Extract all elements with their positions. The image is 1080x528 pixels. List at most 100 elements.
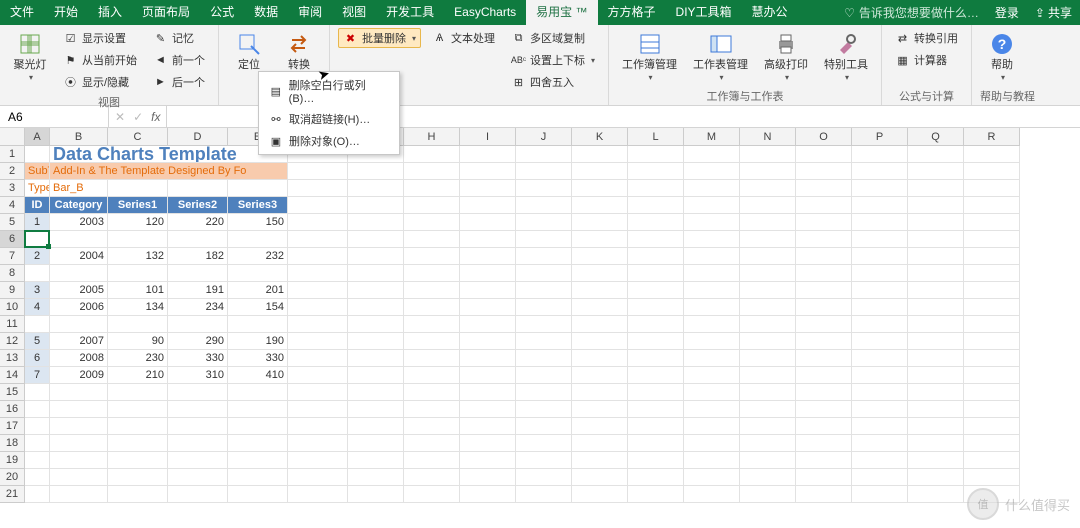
- cell[interactable]: [168, 469, 228, 486]
- cell[interactable]: [25, 401, 50, 418]
- cell[interactable]: [628, 180, 684, 197]
- cell[interactable]: [572, 282, 628, 299]
- cell[interactable]: [852, 333, 908, 350]
- col-header-J[interactable]: J: [516, 128, 572, 146]
- cell[interactable]: [852, 486, 908, 503]
- cell[interactable]: [964, 146, 1020, 163]
- row-header-16[interactable]: 16: [0, 401, 25, 418]
- cell[interactable]: [460, 299, 516, 316]
- cell[interactable]: [460, 316, 516, 333]
- batch-delete-button[interactable]: ✖批量删除▾: [338, 28, 421, 48]
- start-from-current-button[interactable]: ⚑从当前开始: [58, 50, 142, 70]
- cell[interactable]: [108, 435, 168, 452]
- cell[interactable]: [288, 214, 348, 231]
- cell[interactable]: [348, 401, 404, 418]
- name-box-input[interactable]: [6, 109, 102, 125]
- cell[interactable]: [288, 265, 348, 282]
- cell[interactable]: [404, 469, 460, 486]
- cell[interactable]: [288, 197, 348, 214]
- cell[interactable]: [25, 435, 50, 452]
- cell[interactable]: 234: [168, 299, 228, 316]
- row-header-8[interactable]: 8: [0, 265, 25, 282]
- cell[interactable]: [796, 384, 852, 401]
- cell[interactable]: [964, 367, 1020, 384]
- cell[interactable]: [288, 282, 348, 299]
- cell[interactable]: [348, 384, 404, 401]
- cell[interactable]: [348, 180, 404, 197]
- cell[interactable]: [168, 384, 228, 401]
- cell[interactable]: [288, 418, 348, 435]
- cell[interactable]: [908, 401, 964, 418]
- cell[interactable]: 2008: [50, 350, 108, 367]
- cell[interactable]: [628, 452, 684, 469]
- cell[interactable]: [908, 333, 964, 350]
- cell[interactable]: 330: [168, 350, 228, 367]
- cell[interactable]: [684, 197, 740, 214]
- cell[interactable]: [628, 248, 684, 265]
- row-header-2[interactable]: 2: [0, 163, 25, 180]
- cell[interactable]: [852, 231, 908, 248]
- cell[interactable]: [348, 418, 404, 435]
- row-header-20[interactable]: 20: [0, 469, 25, 486]
- next-button[interactable]: ►后一个: [148, 72, 210, 92]
- cell[interactable]: [684, 367, 740, 384]
- cell[interactable]: 120: [108, 214, 168, 231]
- cell[interactable]: [796, 231, 852, 248]
- cell[interactable]: [796, 452, 852, 469]
- cell[interactable]: [460, 469, 516, 486]
- cell[interactable]: [348, 469, 404, 486]
- cell[interactable]: [288, 299, 348, 316]
- cell[interactable]: [460, 452, 516, 469]
- memory-button[interactable]: ✎记忆: [148, 28, 210, 48]
- cell[interactable]: [740, 333, 796, 350]
- cell[interactable]: [404, 146, 460, 163]
- cell[interactable]: [628, 265, 684, 282]
- cell[interactable]: 191: [168, 282, 228, 299]
- cell[interactable]: [25, 265, 50, 282]
- cell[interactable]: [516, 282, 572, 299]
- col-header-H[interactable]: H: [404, 128, 460, 146]
- cell[interactable]: [852, 146, 908, 163]
- cell[interactable]: [796, 163, 852, 180]
- worksheet-grid[interactable]: ABCDEFGHIJKLMNOPQR 123456789101112131415…: [0, 128, 1080, 528]
- cell[interactable]: [852, 180, 908, 197]
- cell[interactable]: Type: [25, 180, 50, 197]
- cell[interactable]: [740, 316, 796, 333]
- cell[interactable]: [740, 214, 796, 231]
- cell[interactable]: [684, 265, 740, 282]
- cell[interactable]: [740, 435, 796, 452]
- select-all-corner[interactable]: [0, 128, 25, 146]
- cell[interactable]: 2: [25, 248, 50, 265]
- cell[interactable]: [460, 350, 516, 367]
- cell[interactable]: [572, 401, 628, 418]
- cell[interactable]: [25, 231, 50, 248]
- cell[interactable]: [908, 486, 964, 503]
- cell[interactable]: [50, 435, 108, 452]
- cell[interactable]: [460, 197, 516, 214]
- cell[interactable]: 2009: [50, 367, 108, 384]
- cell[interactable]: [228, 418, 288, 435]
- cell[interactable]: [404, 180, 460, 197]
- cell[interactable]: [684, 248, 740, 265]
- cells-area[interactable]: Data Charts TemplateSubTiAdd-In & The Te…: [25, 146, 1080, 528]
- cell[interactable]: 290: [168, 333, 228, 350]
- cell[interactable]: [288, 163, 348, 180]
- cell[interactable]: [572, 197, 628, 214]
- cell[interactable]: [460, 435, 516, 452]
- cell[interactable]: [852, 316, 908, 333]
- cell[interactable]: [404, 231, 460, 248]
- cell[interactable]: [460, 401, 516, 418]
- cell[interactable]: [516, 469, 572, 486]
- cell[interactable]: 2004: [50, 248, 108, 265]
- cell[interactable]: [740, 469, 796, 486]
- cancel-icon[interactable]: ✕: [115, 110, 125, 124]
- col-header-D[interactable]: D: [168, 128, 228, 146]
- cell[interactable]: [908, 299, 964, 316]
- cell[interactable]: 232: [228, 248, 288, 265]
- menu-tab-0[interactable]: 文件: [0, 0, 44, 25]
- cell[interactable]: [740, 163, 796, 180]
- col-header-C[interactable]: C: [108, 128, 168, 146]
- cell[interactable]: [404, 265, 460, 282]
- cell[interactable]: [460, 163, 516, 180]
- row-header-12[interactable]: 12: [0, 333, 25, 350]
